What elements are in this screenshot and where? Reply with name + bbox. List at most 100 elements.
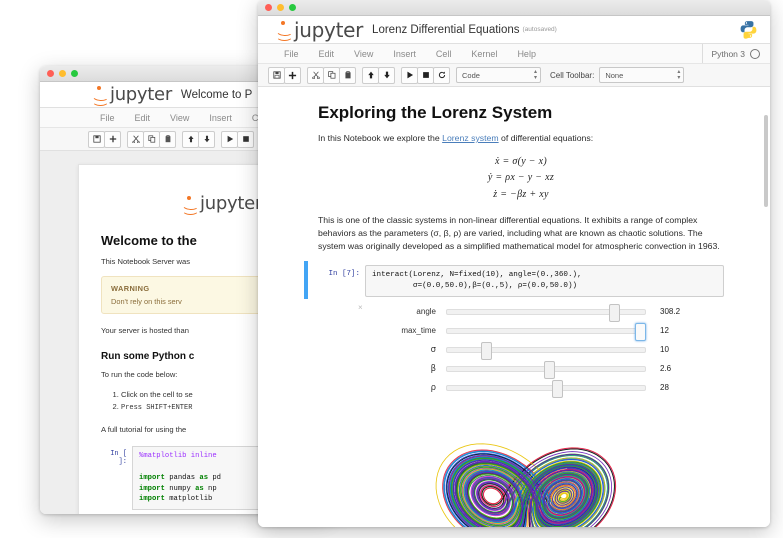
interrupt-kernel-icon[interactable] xyxy=(417,66,434,84)
save-icon[interactable] xyxy=(268,66,285,84)
jupyter-wordmark-large: jupyter xyxy=(200,193,262,214)
front-window-traffic-lights[interactable] xyxy=(265,4,296,11)
background-toolbar-group-file[interactable] xyxy=(88,130,121,148)
menu-view[interactable]: View xyxy=(160,113,199,123)
kernel-idle-circle-icon[interactable] xyxy=(750,48,760,59)
code-editor[interactable]: interact(Lorenz, N=fixed(10), angle=(0.,… xyxy=(365,265,724,297)
cell-type-value: Code xyxy=(462,70,480,80)
rho-slider[interactable] xyxy=(446,379,646,398)
menu-edit[interactable]: Edit xyxy=(125,113,161,123)
front-toolbar[interactable]: Code ▴ ▾ Cell Toolbar: None ▴ ▾ xyxy=(258,64,770,87)
background-notebook-title[interactable]: Welcome to P xyxy=(181,89,252,101)
slider-row-beta[interactable]: β 2.6 xyxy=(318,360,724,379)
code-cell[interactable]: In [7]: interact(Lorenz, N=fixed(10), an… xyxy=(304,261,724,299)
menu-file[interactable]: File xyxy=(274,49,309,59)
cell-prompt: In [7]: xyxy=(328,270,360,279)
copy-cell-icon[interactable] xyxy=(143,130,160,148)
slider-row-max-time[interactable]: max_time 12 xyxy=(318,322,724,341)
move-cell-up-icon[interactable] xyxy=(362,66,379,84)
move-cell-up-icon[interactable] xyxy=(182,130,199,148)
max-time-slider[interactable] xyxy=(446,322,647,341)
toolbar-group-run[interactable] xyxy=(401,66,450,84)
close-button[interactable] xyxy=(47,70,54,77)
slider-row-sigma[interactable]: σ 10 xyxy=(318,341,724,360)
slider-label: angle xyxy=(416,307,436,316)
paste-cell-icon[interactable] xyxy=(339,66,356,84)
front-window-titlebar[interactable] xyxy=(258,0,770,16)
background-toolbar-group-move[interactable] xyxy=(182,130,215,148)
equation-z: ż = −βz + xy xyxy=(493,188,549,200)
menu-cell[interactable]: Cell xyxy=(426,49,462,59)
equation-y: ẏ = ρx − y − xz xyxy=(487,172,555,184)
background-jupyter-logo[interactable]: jupyter xyxy=(91,85,172,106)
background-window-traffic-lights[interactable] xyxy=(47,70,78,77)
menu-view[interactable]: View xyxy=(344,49,383,59)
restart-kernel-icon[interactable] xyxy=(433,66,450,84)
close-icon[interactable]: × xyxy=(358,303,363,312)
minimize-button[interactable] xyxy=(277,4,284,11)
cell-toolbar-label: Cell Toolbar: xyxy=(550,70,595,80)
menu-insert[interactable]: Insert xyxy=(383,49,426,59)
interact-widgets[interactable]: × angle 308.2 max_time 12 σ 10 β 2.6 ρ 2… xyxy=(318,303,724,398)
angle-slider[interactable] xyxy=(446,303,646,322)
slider-row-angle[interactable]: angle 308.2 xyxy=(318,303,724,322)
intro-text-before: In this Notebook we explore the xyxy=(318,133,443,143)
intro-text-after: of differential equations: xyxy=(498,133,594,143)
menu-insert[interactable]: Insert xyxy=(199,113,242,123)
slider-handle[interactable] xyxy=(480,341,492,360)
beta-slider[interactable] xyxy=(446,360,646,379)
notebook-title[interactable]: Lorenz Differential Equations xyxy=(372,24,519,36)
interrupt-kernel-icon[interactable] xyxy=(237,130,254,148)
kernel-name: Python 3 xyxy=(711,48,745,59)
front-menubar[interactable]: File Edit View Insert Cell Kernel Help P… xyxy=(258,44,770,64)
copy-cell-icon[interactable] xyxy=(323,66,340,84)
slider-handle[interactable] xyxy=(609,303,621,322)
notebook-body: Exploring the Lorenz System In this Note… xyxy=(258,87,770,527)
paste-cell-icon[interactable] xyxy=(159,130,176,148)
menu-file[interactable]: File xyxy=(90,113,125,123)
menu-kernel[interactable]: Kernel xyxy=(461,49,507,59)
jupyter-wordmark: jupyter xyxy=(294,17,364,42)
save-icon[interactable] xyxy=(88,130,105,148)
chevron-updown-icon: ▴ ▾ xyxy=(533,69,537,81)
run-cell-icon[interactable] xyxy=(221,130,238,148)
cell-toolbar-value: None xyxy=(605,70,624,80)
lorenz-attractor-svg xyxy=(435,443,617,527)
add-cell-icon[interactable] xyxy=(104,130,121,148)
menu-help[interactable]: Help xyxy=(507,49,546,59)
cut-cell-icon[interactable] xyxy=(307,66,324,84)
cell-type-select[interactable]: Code ▴ ▾ xyxy=(456,67,541,83)
toolbar-group-file[interactable] xyxy=(268,66,301,84)
slider-value: 308.2 xyxy=(660,307,681,316)
maximize-button[interactable] xyxy=(289,4,296,11)
slider-value: 10 xyxy=(660,345,669,354)
autosaved-label: (autosaved) xyxy=(522,26,557,33)
toolbar-group-edit[interactable] xyxy=(307,66,356,84)
slider-handle[interactable] xyxy=(544,360,556,379)
background-toolbar-group-run[interactable] xyxy=(221,130,254,148)
menu-edit[interactable]: Edit xyxy=(309,49,345,59)
front-notebook-window[interactable]: jupyter Lorenz Differential Equations (a… xyxy=(258,0,770,527)
close-button[interactable] xyxy=(265,4,272,11)
lorenz-attractor-plot xyxy=(318,403,724,527)
slider-row-rho[interactable]: ρ 28 xyxy=(318,379,724,398)
cut-cell-icon[interactable] xyxy=(127,130,144,148)
move-cell-down-icon[interactable] xyxy=(198,130,215,148)
slider-handle[interactable] xyxy=(635,322,647,341)
front-jupyter-logo[interactable]: jupyter xyxy=(275,17,364,42)
run-cell-icon[interactable] xyxy=(401,66,418,84)
background-toolbar-group-edit[interactable] xyxy=(127,130,176,148)
maximize-button[interactable] xyxy=(71,70,78,77)
sigma-slider[interactable] xyxy=(446,341,646,360)
lorenz-system-link[interactable]: Lorenz system xyxy=(442,133,499,143)
minimize-button[interactable] xyxy=(59,70,66,77)
notebook-scrollbar[interactable] xyxy=(764,115,768,207)
jupyter-logo-icon xyxy=(275,21,294,41)
slider-handle[interactable] xyxy=(551,379,563,398)
add-cell-icon[interactable] xyxy=(284,66,301,84)
toolbar-group-move[interactable] xyxy=(362,66,395,84)
move-cell-down-icon[interactable] xyxy=(378,66,395,84)
kernel-indicator[interactable]: Python 3 xyxy=(702,44,760,63)
python-logo-icon xyxy=(739,20,758,39)
cell-toolbar-select[interactable]: None ▴ ▾ xyxy=(599,67,685,83)
